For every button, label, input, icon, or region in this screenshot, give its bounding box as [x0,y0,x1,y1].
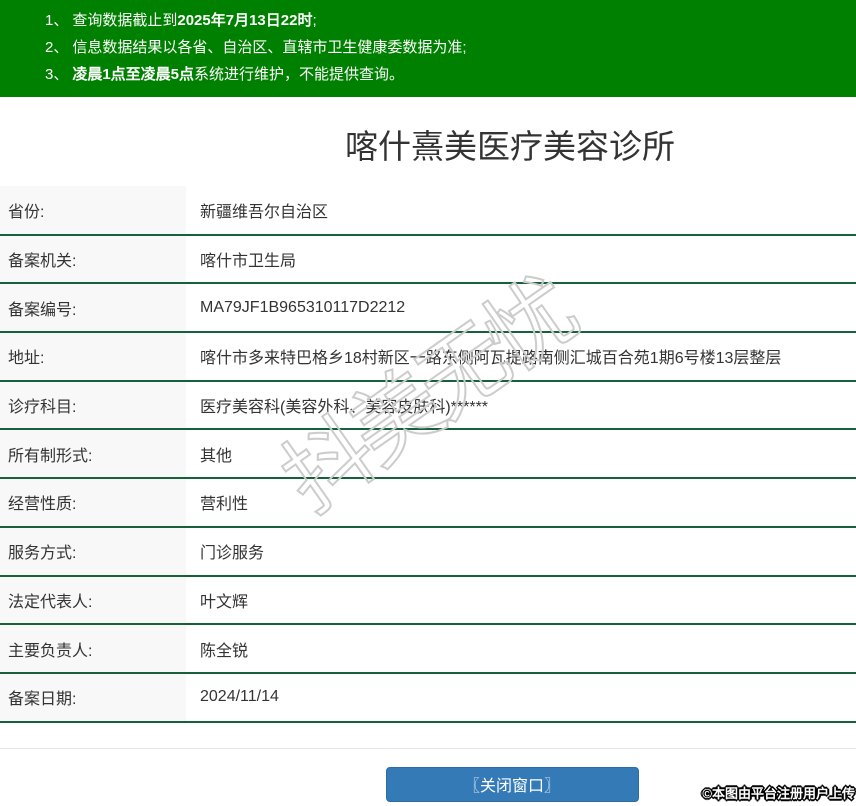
table-row: 备案日期:2024/11/14 [0,673,856,722]
table-row: 主要负责人:陈全锐 [0,624,856,673]
notice-text-bold: 凌晨1点至凌晨5点 [72,66,194,83]
field-label: 法定代表人: [0,576,186,625]
field-label: 经营性质: [0,478,186,527]
field-label: 备案机关: [0,235,186,284]
notice-text: 查询数据截止到 [72,12,177,29]
page-title: 喀什熹美医疗美容诊所 [0,128,856,166]
notice-number: 3、 [45,66,68,83]
close-window-button[interactable]: 〖关闭窗口〗 [386,767,639,802]
notice-text: ; [312,12,316,29]
table-row: 经营性质:营利性 [0,478,856,527]
table-row: 法定代表人:叶文辉 [0,576,856,625]
notice-number: 1、 [45,12,68,29]
field-label: 所有制形式: [0,429,186,478]
table-row: 省份:新疆维吾尔自治区 [0,186,856,235]
divider [0,748,856,749]
field-label: 备案编号: [0,283,186,332]
field-value: 医疗美容科(美容外科、美容皮肤科)****** [186,381,856,430]
table-row: 所有制形式:其他 [0,429,856,478]
table-row: 诊疗科目:医疗美容科(美容外科、美容皮肤科)****** [0,381,856,430]
table-row: 服务方式:门诊服务 [0,527,856,576]
notice-text: 信息数据结果以各省、自治区、直辖市卫生健康委数据为准; [72,39,466,56]
notice-text: 系统进行维护，不能提供查询。 [194,66,404,83]
field-label: 省份: [0,186,186,235]
record-table: 省份:新疆维吾尔自治区备案机关:喀什市卫生局备案编号:MA79JF1B96531… [0,186,856,723]
table-row: 备案编号:MA79JF1B965310117D2212 [0,283,856,332]
notice-banner: 1、查询数据截止到2025年7月13日22时; 2、信息数据结果以各省、自治区、… [0,0,856,97]
field-value: 2024/11/14 [186,673,856,722]
table-row: 备案机关:喀什市卫生局 [0,235,856,284]
upload-credit-watermark: ©本图由平台注册用户上传 [702,783,855,802]
field-value: 其他 [186,429,856,478]
field-label: 诊疗科目: [0,381,186,430]
field-value: 陈全锐 [186,624,856,673]
field-label: 主要负责人: [0,624,186,673]
field-value: 喀什市卫生局 [186,235,856,284]
table-row: 地址:喀什市多来特巴格乡18村新区一路东侧阿瓦提路南侧汇城百合苑1期6号楼13层… [0,332,856,381]
notice-number: 2、 [45,39,68,56]
field-value: 营利性 [186,478,856,527]
field-value: 新疆维吾尔自治区 [186,186,856,235]
field-value: 喀什市多来特巴格乡18村新区一路东侧阿瓦提路南侧汇城百合苑1期6号楼13层整层 [186,332,856,381]
field-value: MA79JF1B965310117D2212 [186,283,856,332]
field-label: 备案日期: [0,673,186,722]
notice-item-2: 2、信息数据结果以各省、自治区、直辖市卫生健康委数据为准; [45,34,846,61]
notice-text-bold: 2025年7月13日22时 [177,12,312,29]
field-value: 门诊服务 [186,527,856,576]
field-value: 叶文辉 [186,576,856,625]
field-label: 地址: [0,332,186,381]
notice-item-1: 1、查询数据截止到2025年7月13日22时; [45,7,846,34]
field-label: 服务方式: [0,527,186,576]
notice-item-3: 3、凌晨1点至凌晨5点系统进行维护，不能提供查询。 [45,61,846,88]
